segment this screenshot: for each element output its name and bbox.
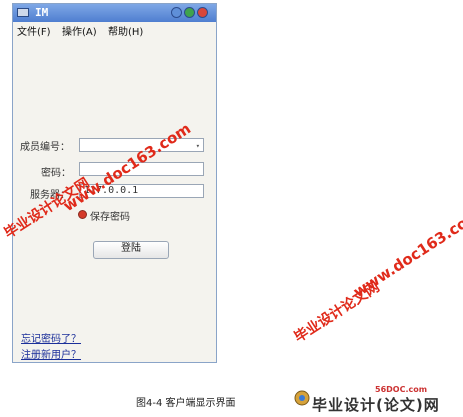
save-password-label: 保存密码 — [90, 212, 130, 223]
minimize-icon[interactable] — [171, 7, 182, 18]
app-icon — [17, 8, 29, 17]
title-bar[interactable]: IM — [13, 4, 216, 22]
dropdown-icon[interactable]: ▾ — [196, 140, 200, 152]
password-label: 密码： — [41, 168, 71, 179]
forgot-password-link[interactable]: 忘记密码了？ — [21, 330, 81, 345]
menu-help[interactable]: 帮助(H) — [108, 23, 143, 38]
figure-caption: 图4-4 客户端显示界面 — [136, 398, 236, 409]
register-link[interactable]: 注册新用户？ — [21, 346, 81, 361]
logo-url: 56DOC.com — [375, 385, 428, 394]
menu-operation[interactable]: 操作(A) — [62, 23, 97, 38]
member-id-label: 成员编号： — [20, 142, 70, 153]
maximize-icon[interactable] — [184, 7, 195, 18]
logo-text: 毕业设计(论文)网 — [312, 396, 440, 414]
site-logo-icon — [294, 390, 310, 406]
close-icon[interactable] — [197, 7, 208, 18]
window-title: IM — [35, 6, 49, 19]
save-password-radio[interactable] — [78, 210, 87, 219]
watermark-site-name-2: 毕业设计论文网 — [291, 279, 383, 346]
menu-bar: 文件(F) 操作(A) 帮助(H) — [13, 22, 216, 38]
login-button[interactable]: 登陆 — [93, 241, 169, 259]
menu-file[interactable]: 文件(F) — [17, 23, 51, 38]
